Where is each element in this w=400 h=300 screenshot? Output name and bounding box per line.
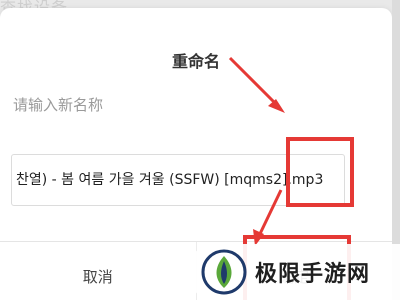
- dialog-prompt: 请输入新名称: [13, 96, 104, 114]
- watermark-text: 极限手游网: [255, 262, 371, 287]
- new-name-input[interactable]: 찬열) - 봄 여름 가을 겨울 (SSFW) [mqms2].mp3: [11, 154, 345, 206]
- leaf-logo-icon: [201, 249, 247, 295]
- new-name-value: 찬열) - 봄 여름 가을 겨울 (SSFW) [mqms2].mp3: [16, 172, 324, 188]
- screen: 查找设备 重命名 请输入新名称 찬열) - 봄 여름 가을 겨울 (SSFW) …: [0, 0, 400, 300]
- cancel-button[interactable]: 取消: [0, 242, 197, 300]
- watermark: 极限手游网: [187, 244, 400, 300]
- dialog-title: 重命名: [171, 52, 220, 71]
